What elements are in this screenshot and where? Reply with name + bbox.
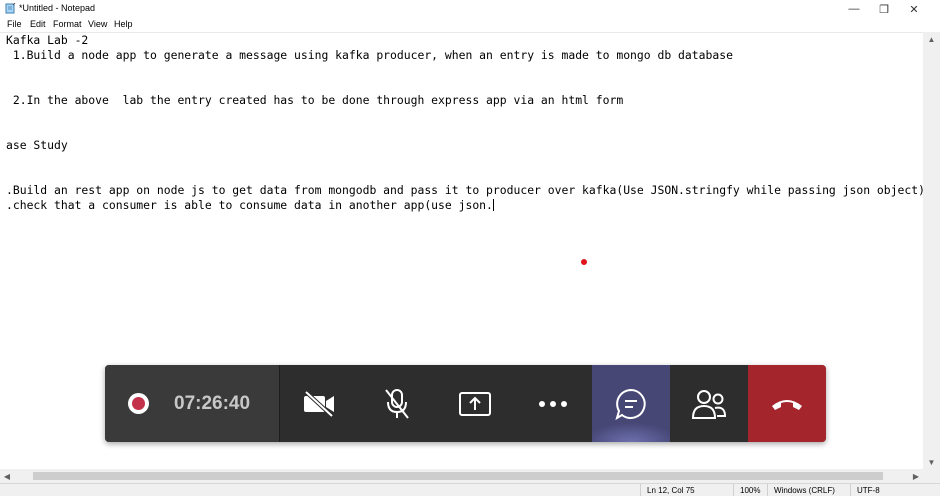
more-icon [538,400,568,408]
editor-line: Kafka Lab -2 [6,33,89,47]
editor-line: 1.Build a node app to generate a message… [6,48,733,62]
scroll-right-icon[interactable]: ▶ [909,469,923,483]
share-screen-icon [458,391,492,417]
record-icon [128,393,149,414]
more-actions-button[interactable] [514,365,592,442]
menu-file[interactable]: File [7,19,22,29]
chat-icon [614,387,648,421]
menu-edit[interactable]: Edit [30,19,46,29]
share-screen-button[interactable] [436,365,514,442]
title-bar: *Untitled - Notepad — ❐ ✕ [0,0,940,18]
status-line-ending: Windows (CRLF) [767,484,835,496]
scroll-up-icon[interactable]: ▲ [923,32,940,46]
pointer-dot [581,259,587,265]
participants-icon [691,388,727,420]
recording-indicator: 07:26:40 [105,365,279,442]
menu-bar: File Edit Format View Help [0,18,940,32]
video-off-icon [302,390,336,417]
status-zoom: 100% [733,484,760,496]
meeting-control-bar: 07:26:40 [105,365,826,442]
maximize-button[interactable]: ❐ [869,0,899,18]
vertical-scrollbar[interactable]: ▲ ▼ [923,32,940,469]
close-button[interactable]: ✕ [899,0,929,18]
editor-line: 2.In the above lab the entry created has… [6,93,624,107]
status-position: Ln 12, Col 75 [640,484,695,496]
menu-view[interactable]: View [88,19,107,29]
editor-line: ase Study [6,138,68,152]
notepad-app-icon [5,3,16,14]
chat-button[interactable] [592,365,670,442]
editor-line: .Build an rest app on node js to get dat… [6,183,925,197]
window-title: *Untitled - Notepad [19,3,96,13]
scroll-down-icon[interactable]: ▼ [923,455,940,469]
horizontal-scroll-thumb[interactable] [33,472,883,480]
menu-help[interactable]: Help [114,19,133,29]
hang-up-icon [770,396,804,412]
meeting-timer: 07:26:40 [174,393,251,414]
scroll-left-icon[interactable]: ◀ [0,469,14,483]
text-caret [492,199,494,211]
mic-off-icon [382,388,412,420]
scrollbar-corner [923,469,940,483]
status-bar: Ln 12, Col 75 100% Windows (CRLF) UTF-8 [0,483,940,496]
participants-button[interactable] [670,365,748,442]
hang-up-button[interactable] [748,365,826,442]
current-line-text: .check that a consumer is able to consum… [6,198,493,212]
camera-toggle-button[interactable] [280,365,358,442]
minimize-button[interactable]: — [839,0,869,18]
menu-format[interactable]: Format [53,19,82,29]
horizontal-scrollbar[interactable]: ◀ ▶ [0,469,923,483]
status-encoding: UTF-8 [850,484,880,496]
editor-line-current: .check that a consumer is able to consum… [6,198,494,212]
mic-toggle-button[interactable] [358,365,436,442]
